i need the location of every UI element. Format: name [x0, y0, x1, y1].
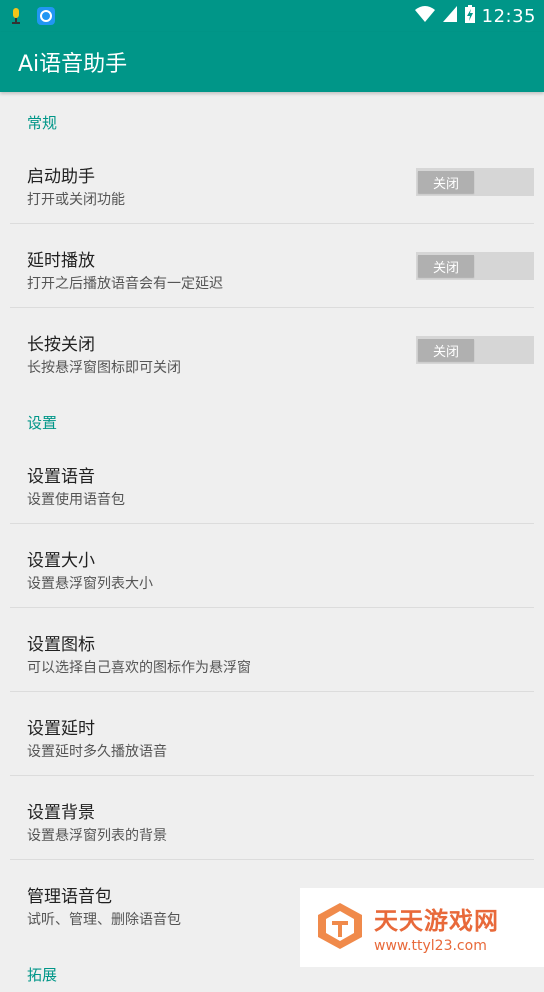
item-title: 管理语音包	[27, 887, 112, 907]
signal-icon	[442, 5, 458, 27]
app-title: Ai语音助手	[18, 52, 128, 77]
battery-charging-icon	[464, 4, 476, 28]
section-header-general: 常规	[27, 114, 58, 132]
list-item-set-delay[interactable]: 设置延时 设置延时多久播放语音	[10, 692, 534, 776]
watermark-name: 天天游戏网	[374, 907, 499, 935]
delay-play-toggle[interactable]: 关闭	[416, 252, 534, 280]
item-subtitle: 长按悬浮窗图标即可关闭	[27, 360, 181, 376]
list-item-set-voice[interactable]: 设置语音 设置使用语音包	[10, 440, 534, 524]
list-item-set-size[interactable]: 设置大小 设置悬浮窗列表大小	[10, 524, 534, 608]
watermark-logo-icon	[316, 901, 364, 955]
mic-notification-icon	[10, 7, 22, 29]
toggle-label: 关闭	[418, 339, 474, 361]
toggle-label: 关闭	[418, 171, 474, 193]
settings-list: 常规 启动助手 打开或关闭功能 关闭 延时播放 打开之后播放语音会有一定延迟 关…	[0, 92, 544, 992]
watermark-url: www.ttyl23.com	[374, 938, 487, 954]
item-title: 设置图标	[27, 635, 95, 655]
start-assistant-toggle[interactable]: 关闭	[416, 168, 534, 196]
item-subtitle: 设置延时多久播放语音	[27, 744, 167, 760]
watermark: 天天游戏网 www.ttyl23.com	[300, 888, 544, 967]
list-item-long-press-close[interactable]: 长按关闭 长按悬浮窗图标即可关闭 关闭	[10, 308, 534, 392]
long-press-close-toggle[interactable]: 关闭	[416, 336, 534, 364]
app-bar: Ai语音助手	[0, 32, 544, 92]
item-subtitle: 打开之后播放语音会有一定延迟	[27, 276, 223, 292]
item-subtitle: 打开或关闭功能	[27, 192, 125, 208]
item-title: 设置背景	[27, 803, 95, 823]
clock: 12:35	[481, 5, 536, 27]
item-title: 长按关闭	[27, 335, 95, 355]
list-item-set-background[interactable]: 设置背景 设置悬浮窗列表的背景	[10, 776, 534, 860]
item-subtitle: 设置悬浮窗列表的背景	[27, 828, 167, 844]
item-title: 设置延时	[27, 719, 95, 739]
item-subtitle: 设置使用语音包	[27, 492, 125, 508]
item-subtitle: 试听、管理、删除语音包	[27, 912, 181, 928]
item-title: 启动助手	[27, 167, 95, 187]
item-subtitle: 可以选择自己喜欢的图标作为悬浮窗	[27, 660, 251, 676]
item-title: 设置语音	[27, 467, 95, 487]
status-bar: 12:35	[0, 0, 544, 32]
item-subtitle: 设置悬浮窗列表大小	[27, 576, 153, 592]
item-title: 设置大小	[27, 551, 95, 571]
list-item-start-assistant[interactable]: 启动助手 打开或关闭功能 关闭	[10, 140, 534, 224]
item-title: 延时播放	[27, 251, 95, 271]
wifi-icon	[414, 5, 436, 27]
app-notification-icon	[36, 6, 56, 30]
toggle-label: 关闭	[418, 255, 474, 277]
section-header-settings: 设置	[27, 414, 58, 432]
list-item-delay-play[interactable]: 延时播放 打开之后播放语音会有一定延迟 关闭	[10, 224, 534, 308]
list-item-set-icon[interactable]: 设置图标 可以选择自己喜欢的图标作为悬浮窗	[10, 608, 534, 692]
